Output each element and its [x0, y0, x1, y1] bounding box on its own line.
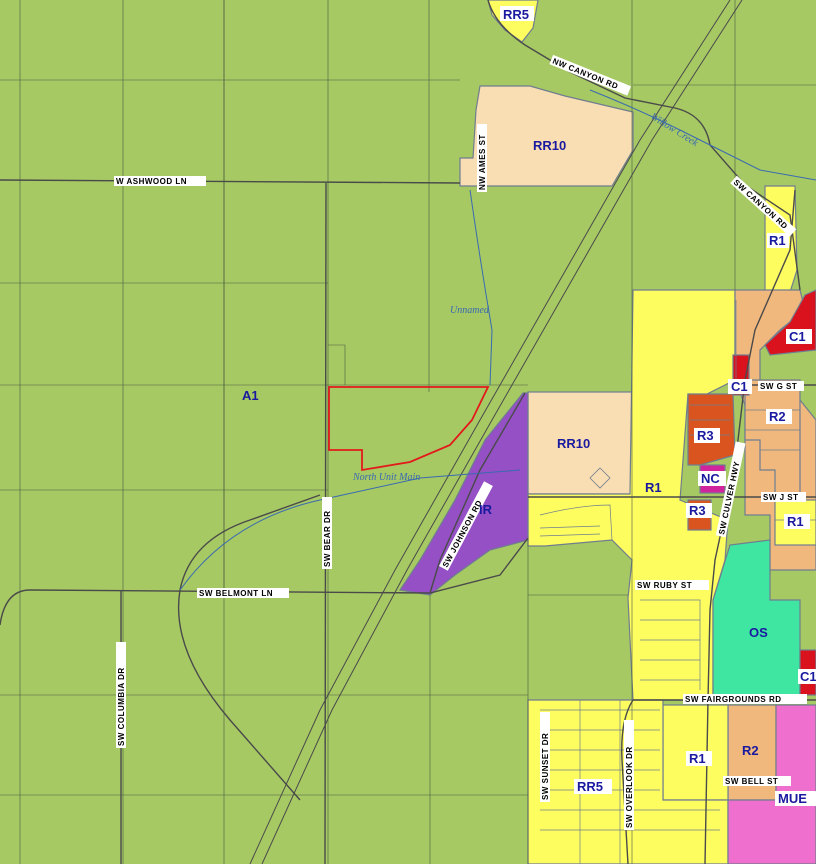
sw-belmont-ln-label: SW BELMONT LN — [197, 588, 289, 598]
svg-text:SW BELL ST: SW BELL ST — [725, 777, 778, 786]
svg-text:MUE: MUE — [778, 791, 807, 806]
zone-label-c1-east: C1 — [798, 669, 816, 684]
sw-fairgrounds-rd-label: SW FAIRGROUNDS RD — [683, 694, 807, 704]
svg-text:IR: IR — [479, 502, 493, 517]
svg-text:R2: R2 — [742, 743, 759, 758]
svg-text:RR10: RR10 — [533, 138, 566, 153]
zone-label-r3-upper: R3 — [694, 428, 720, 443]
sw-columbia-dr-label: SW COLUMBIA DR — [116, 642, 126, 748]
zone-label-r1-mid: R1 — [645, 480, 662, 495]
svg-text:RR10: RR10 — [557, 436, 590, 451]
svg-text:R2: R2 — [769, 409, 786, 424]
w-ashwood-ln-label: W ASHWOOD LN — [114, 176, 206, 186]
svg-text:SW COLUMBIA DR: SW COLUMBIA DR — [117, 667, 126, 746]
svg-text:R1: R1 — [645, 480, 662, 495]
sw-ruby-st-label: SW RUBY ST — [635, 580, 709, 590]
svg-text:NC: NC — [701, 471, 720, 486]
zone-label-a1: A1 — [242, 388, 259, 403]
sw-overlook-dr-label: SW OVERLOOK DR — [624, 720, 634, 830]
svg-text:R1: R1 — [769, 233, 786, 248]
zone-label-r2-lower: R2 — [742, 743, 759, 758]
zone-label-rr10-north: RR10 — [533, 138, 566, 153]
unnamed-label: Unnamed — [450, 305, 490, 316]
svg-text:R1: R1 — [689, 751, 706, 766]
zone-label-r3-lower: R3 — [686, 503, 712, 518]
sw-bear-dr-label: SW BEAR DR — [322, 497, 332, 569]
svg-text:OS: OS — [749, 625, 768, 640]
sw-g-st-label: SW G ST — [758, 381, 804, 391]
zone-label-r1-east: R1 — [784, 514, 810, 529]
zone-label-r1-ne: R1 — [767, 233, 789, 248]
zone-label-c1-mid: C1 — [728, 379, 752, 394]
svg-text:SW RUBY ST: SW RUBY ST — [637, 581, 692, 590]
svg-text:R1: R1 — [787, 514, 804, 529]
zone-label-mue: MUE — [775, 791, 816, 806]
north-unit-main-label: North Unit Main — [352, 472, 420, 483]
svg-text:SW OVERLOOK DR: SW OVERLOOK DR — [625, 746, 634, 828]
sw-j-st-label: SW J ST — [761, 492, 806, 502]
zoning-map[interactable]: Willow Creek Unnamed North Unit Main NW … — [0, 0, 816, 864]
svg-text:R3: R3 — [689, 503, 706, 518]
zone-label-rr5-top: RR5 — [500, 6, 534, 22]
sw-sunset-dr-label: SW SUNSET DR — [540, 712, 550, 802]
nw-ames-st-label: NW AMES ST — [477, 124, 487, 192]
svg-text:RR5: RR5 — [503, 7, 529, 22]
zone-label-c1-ne: C1 — [786, 329, 812, 344]
svg-text:R3: R3 — [697, 428, 714, 443]
zone-label-r1-lower: R1 — [686, 751, 712, 766]
zone-label-r2-upper: R2 — [766, 409, 792, 424]
zone-label-ir: IR — [479, 502, 493, 517]
svg-text:SW FAIRGROUNDS RD: SW FAIRGROUNDS RD — [685, 695, 782, 704]
svg-text:C1: C1 — [731, 379, 748, 394]
svg-text:W ASHWOOD LN: W ASHWOOD LN — [116, 177, 187, 186]
svg-text:C1: C1 — [800, 669, 816, 684]
zone-label-rr5-south: RR5 — [574, 779, 612, 794]
svg-text:RR5: RR5 — [577, 779, 603, 794]
svg-text:NW AMES ST: NW AMES ST — [478, 134, 487, 190]
svg-text:SW SUNSET DR: SW SUNSET DR — [541, 733, 550, 800]
zone-label-nc: NC — [698, 471, 726, 486]
zone-label-rr10-mid: RR10 — [557, 436, 590, 451]
sw-bell-st-label: SW BELL ST — [723, 776, 791, 786]
svg-text:SW J ST: SW J ST — [763, 493, 799, 502]
zone-label-os: OS — [749, 625, 768, 640]
svg-text:A1: A1 — [242, 388, 259, 403]
svg-text:C1: C1 — [789, 329, 806, 344]
svg-text:SW BEAR DR: SW BEAR DR — [323, 510, 332, 567]
svg-text:SW G ST: SW G ST — [760, 382, 797, 391]
svg-text:SW BELMONT LN: SW BELMONT LN — [199, 589, 273, 598]
